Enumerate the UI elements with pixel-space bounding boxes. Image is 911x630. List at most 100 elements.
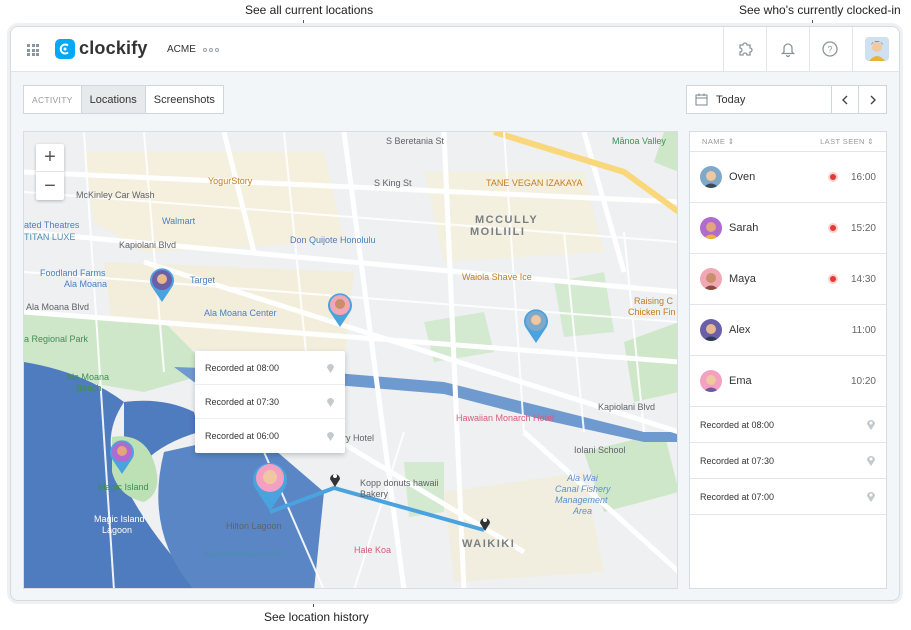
chevron-right-icon (870, 95, 876, 104)
map-poi: Ala Moana (64, 279, 108, 289)
location-history-popup: Recorded at 08:00 Recorded at 07:30 Reco… (195, 351, 345, 453)
map-label: Area (573, 506, 593, 516)
map-poi[interactable]: TITAN LUXE (24, 232, 75, 242)
last-seen-time: 10:20 (850, 375, 876, 387)
bell-icon[interactable] (778, 39, 798, 59)
route-point-marker[interactable] (478, 514, 492, 532)
person-name: Oven (729, 171, 756, 183)
zoom-out-button[interactable]: − (36, 172, 64, 200)
callout-clocked-in: See who's currently clocked-in (739, 3, 901, 17)
user-avatar[interactable] (865, 37, 889, 61)
callout-locations: See all current locations (245, 3, 374, 17)
tab-locations[interactable]: Locations (81, 86, 146, 113)
tab-screenshots[interactable]: Screenshots (146, 86, 223, 113)
workspace-more-icon[interactable] (203, 48, 219, 52)
map-poi[interactable]: Kopp donuts hawaii (360, 478, 439, 488)
person-name: Ema (729, 375, 752, 387)
map-label: Beach (76, 383, 102, 393)
map-district: MCCULLY (475, 214, 539, 226)
calendar-icon (695, 93, 708, 106)
map-label: Ala Moana Blvd (26, 302, 90, 312)
help-icon[interactable]: ? (820, 39, 840, 59)
record-row[interactable]: Recorded at 07:30 (690, 443, 886, 479)
map-poi[interactable]: Don Quijote Honolulu (290, 235, 376, 245)
popup-record-label: Recorded at 07:30 (205, 396, 280, 407)
map-label: Management (555, 495, 608, 505)
map-poi[interactable]: Target (190, 275, 215, 285)
selected-user-pin[interactable] (250, 460, 290, 512)
sort-last-seen-button[interactable]: LAST SEEN ⇕ (820, 137, 874, 146)
next-day-button[interactable] (859, 86, 886, 113)
avatar (700, 319, 722, 341)
prev-day-button[interactable] (832, 86, 859, 113)
sort-name-button[interactable]: NAME ⇕ (702, 137, 734, 146)
map-label: S King St (374, 178, 412, 188)
panel-header: NAME ⇕ LAST SEEN ⇕ (690, 132, 886, 152)
map-poi[interactable]: Raising C (634, 296, 673, 306)
map-label: Canal Fishery (555, 484, 611, 494)
zoom-in-button[interactable]: + (36, 144, 64, 172)
user-location-pin[interactable] (108, 439, 136, 475)
tab-activity[interactable]: ACTIVITY (24, 86, 82, 113)
map-poi[interactable]: Foodland Farms (40, 268, 106, 278)
location-pin-icon (327, 363, 334, 373)
map-poi[interactable]: Walmart (162, 216, 195, 226)
map-label: Magic Island (98, 482, 149, 492)
location-map[interactable]: S Beretania St YogurStory S King St Māno… (23, 131, 678, 589)
map-poi[interactable]: Kahanamoku Beach (204, 549, 285, 559)
map-label: a Regional Park (24, 334, 89, 344)
map-poi[interactable]: Hawaiian Monarch Hotel (456, 413, 554, 423)
clocked-in-indicator (830, 225, 836, 231)
record-row[interactable]: Recorded at 08:00 (690, 407, 886, 443)
location-pin-icon (867, 420, 875, 430)
date-picker: Today (686, 85, 887, 114)
record-row[interactable]: Recorded at 07:00 (690, 479, 886, 515)
puzzle-icon[interactable] (735, 39, 755, 59)
view-tabs: ACTIVITY Locations Screenshots (23, 85, 224, 114)
person-row[interactable]: Maya 14:30 (690, 254, 886, 305)
popup-record-label: Recorded at 06:00 (205, 431, 280, 441)
last-seen-time: 15:20 (850, 222, 876, 234)
map-poi[interactable]: McKinley Car Wash (76, 190, 155, 200)
date-label: Today (716, 93, 746, 106)
popup-record-row[interactable]: Recorded at 08:00 (195, 351, 345, 385)
person-name: Maya (729, 273, 756, 285)
user-location-pin[interactable] (148, 267, 176, 303)
record-label: Recorded at 07:00 (700, 491, 775, 502)
map-poi[interactable]: TANE VEGAN IZAKAYA (486, 178, 583, 188)
popup-record-row[interactable]: Recorded at 07:30 (195, 385, 345, 419)
user-location-pin[interactable] (522, 308, 550, 344)
person-name: Alex (729, 324, 751, 336)
workspace-name[interactable]: ACME (167, 44, 196, 55)
callout-history: See location history (264, 610, 369, 624)
map-poi[interactable]: Waiola Shave Ice (462, 272, 532, 282)
person-name: Sarah (729, 222, 759, 234)
user-location-pin[interactable] (326, 292, 354, 328)
person-row[interactable]: Oven 16:00 (690, 152, 886, 203)
map-label: Kapiolani Blvd (119, 240, 177, 250)
divider (723, 27, 724, 72)
person-row[interactable]: Sarah 15:20 (690, 203, 886, 254)
people-panel: NAME ⇕ LAST SEEN ⇕ Oven 16:00 Sarah 15:2… (689, 131, 887, 589)
popup-record-label: Recorded at 08:00 (205, 362, 280, 373)
map-poi[interactable]: Hale Koa (354, 545, 391, 555)
map-poi[interactable]: YogurStory (208, 176, 252, 186)
map-label: Lagoon (102, 525, 133, 535)
app-name: clockify (79, 38, 148, 58)
map-district: MOILIILI (470, 226, 526, 238)
map-poi: Chicken Fin (628, 307, 676, 317)
map-poi[interactable]: ated Theatres (24, 220, 79, 230)
map-poi[interactable]: Ala Moana Center (204, 308, 277, 318)
popup-record-row[interactable]: Recorded at 06:00 (195, 419, 345, 453)
map-label: S Beretania St (386, 136, 445, 146)
route-point-marker[interactable] (328, 470, 342, 488)
person-row[interactable]: Alex 11:00 (690, 305, 886, 356)
map-poi[interactable]: Hilton Lagoon (226, 521, 282, 531)
avatar (700, 217, 722, 239)
clocked-in-indicator (830, 174, 836, 180)
person-row[interactable]: Ema 10:20 (690, 356, 886, 407)
avatar (700, 370, 722, 392)
map-poi[interactable]: Iolani School (574, 445, 626, 455)
date-selector[interactable]: Today (687, 86, 832, 113)
apps-grid-icon[interactable] (27, 44, 39, 56)
